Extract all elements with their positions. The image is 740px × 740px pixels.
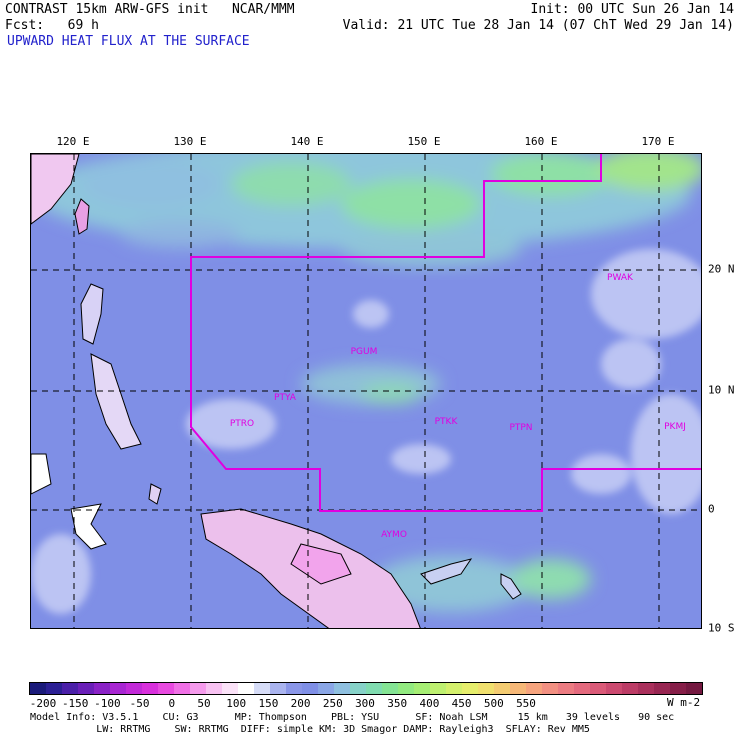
heat-flux-map [30,153,702,629]
colorbar-tick-label: 100 [226,697,247,710]
colorbar-tick-label: 250 [322,697,343,710]
lon-label-150: 150 E [407,135,441,148]
colorbar-tick-label: -100 [94,697,121,710]
colorbar-swatch [462,683,478,694]
colorbar-tick-label: 400 [419,697,440,710]
colorbar-swatch [574,683,590,694]
colorbar-swatch [174,683,190,694]
colorbar-swatch [62,683,78,694]
colorbar-swatch [526,683,542,694]
colorbar-tick-label: 450 [451,697,472,710]
colorbar-swatch [430,683,446,694]
colorbar-swatch [494,683,510,694]
station-label-ptkk: PTKK [434,417,458,427]
station-label-ptro: PTRO [229,419,255,429]
colorbar-swatch [686,683,702,694]
colorbar-swatch [30,683,46,694]
colorbar-swatch [222,683,238,694]
colorbar-swatch [302,683,318,694]
valid-time: Valid: 21 UTC Tue 28 Jan 14 (07 ChT Wed … [342,18,734,33]
model-title: CONTRAST 15km ARW-GFS init NCAR/MMM [5,2,295,17]
colorbar-swatch [46,683,62,694]
colorbar-tick-label: 550 [516,697,536,710]
field-title: UPWARD HEAT FLUX AT THE SURFACE [7,34,250,49]
lon-label-140: 140 E [290,135,324,148]
station-label-pgum: PGUM [350,347,378,357]
colorbar-unit: W m-2 [667,696,701,709]
colorbar-swatch [510,683,526,694]
colorbar-swatch [350,683,366,694]
lat-label-10s: 10 S [708,621,735,635]
colorbar-swatch [542,683,558,694]
colorbar-swatch [398,683,414,694]
init-time: Init: 00 UTC Sun 26 Jan 14 [530,2,735,17]
colorbar-swatch [478,683,494,694]
map-canvas [31,154,701,628]
colorbar-swatch [366,683,382,694]
colorbar-swatch [126,683,142,694]
station-label-pkmj: PKMJ [664,422,686,432]
colorbar-tick-label: 150 [258,697,279,710]
colorbar-swatch [142,683,158,694]
lon-label-120: 120 E [56,135,90,148]
colorbar-swatch [590,683,606,694]
forecast-hour: Fcst: 69 h [5,18,99,33]
colorbar-swatch [382,683,398,694]
colorbar-swatch [654,683,670,694]
colorbar-tick-label: 300 [355,697,375,710]
model-info-line1: Model Info: V3.5.1 CU: G3 MP: Thompson P… [30,712,675,723]
colorbar-swatch [638,683,654,694]
colorbar-swatch [110,683,126,694]
colorbar-tick-label: 500 [483,697,504,710]
colorbar-swatch [318,683,334,694]
colorbar [29,682,703,695]
colorbar-swatch [78,683,94,694]
colorbar-swatch [558,683,574,694]
lat-label-10n: 10 N [708,383,735,397]
colorbar-swatch [670,683,686,694]
station-label-ptpn: PTPN [509,423,533,433]
station-label-aymo: AYMO [381,530,407,540]
colorbar-swatch [254,683,270,694]
lat-label-20n: 20 N [708,262,735,276]
colorbar-tick-label: 0 [168,697,176,710]
colorbar-swatch [190,683,206,694]
colorbar-swatch [94,683,110,694]
colorbar-tick-label: -50 [129,697,150,710]
station-label-pwak: PWAK [607,273,633,283]
colorbar-swatch [414,683,430,694]
colorbar-swatch [206,683,222,694]
lon-label-130: 130 E [173,135,207,148]
colorbar-swatch [606,683,622,694]
colorbar-swatch [622,683,638,694]
lon-label-170: 170 E [641,135,675,148]
colorbar-tick-label: -150 [61,697,89,710]
colorbar-tick-label: 350 [387,697,408,710]
colorbar-swatch [286,683,302,694]
colorbar-swatch [334,683,350,694]
station-label-ptya: PTYA [274,393,296,403]
model-info-line2: LW: RRTMG SW: RRTMG DIFF: simple KM: 3D … [30,724,590,735]
colorbar-tick-label: 50 [197,697,211,710]
lon-label-160: 160 E [524,135,558,148]
lat-label-0: 0 [708,502,715,516]
colorbar-tick-label: 200 [290,697,311,710]
colorbar-tick-label: -200 [29,697,57,710]
colorbar-swatch [158,683,174,694]
colorbar-swatch [270,683,286,694]
colorbar-swatch [446,683,462,694]
colorbar-swatch [238,683,254,694]
